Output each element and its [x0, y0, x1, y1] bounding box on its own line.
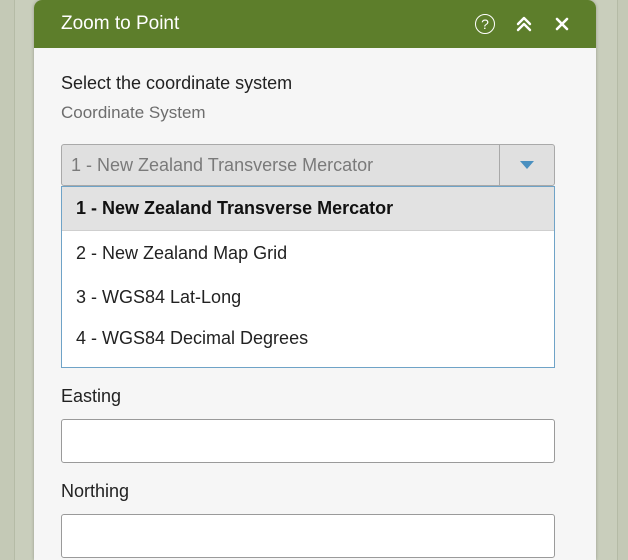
- close-icon[interactable]: [555, 17, 569, 31]
- help-icon[interactable]: ?: [475, 14, 495, 34]
- zoom-to-point-panel: Zoom to Point ? Select the coordinate sy…: [34, 0, 596, 560]
- option-nztm[interactable]: 1 - New Zealand Transverse Mercator: [62, 187, 554, 231]
- panel-content: Select the coordinate system Coordinate …: [34, 48, 596, 558]
- option-wgs84-decimal[interactable]: 4 - WGS84 Decimal Degrees: [62, 319, 554, 367]
- coordinate-system-dropdown: 1 - New Zealand Transverse Mercator 2 - …: [61, 186, 555, 368]
- instruction-text: Select the coordinate system: [61, 73, 293, 93]
- panel-title: Zoom to Point: [61, 13, 180, 34]
- background-frame-right: [617, 0, 628, 560]
- select-current-value: 1 - New Zealand Transverse Mercator: [71, 154, 374, 175]
- collapse-icon[interactable]: [513, 13, 535, 35]
- option-nzmg[interactable]: 2 - New Zealand Map Grid: [62, 231, 554, 275]
- coordinate-system-select[interactable]: 1 - New Zealand Transverse Mercator: [61, 144, 555, 186]
- northing-field[interactable]: [61, 514, 555, 558]
- background-frame-left: [0, 0, 15, 560]
- option-wgs84-latlong[interactable]: 3 - WGS84 Lat-Long: [62, 275, 554, 319]
- panel-header: Zoom to Point ?: [34, 0, 596, 48]
- header-icons: ?: [475, 0, 596, 48]
- easting-label: Easting: [61, 386, 122, 406]
- coordinate-system-label: Coordinate System: [61, 103, 206, 122]
- northing-label: Northing: [61, 481, 130, 501]
- select-toggle[interactable]: [499, 145, 554, 185]
- chevron-down-icon: [520, 161, 534, 169]
- easting-field[interactable]: [61, 419, 555, 463]
- help-glyph: ?: [481, 16, 489, 32]
